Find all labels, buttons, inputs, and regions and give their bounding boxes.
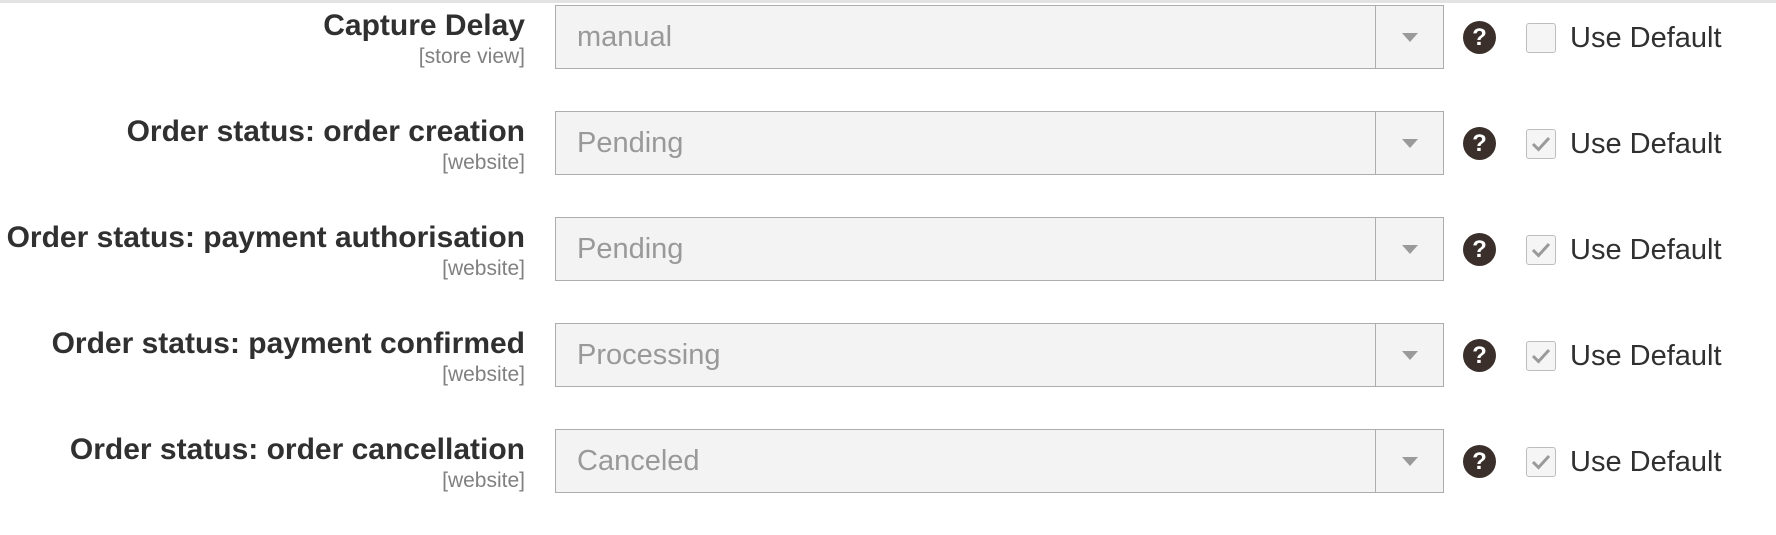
checkmark-icon (1531, 136, 1551, 152)
question-circle-icon[interactable]: ? (1463, 339, 1496, 372)
use-default-checkbox[interactable] (1526, 447, 1556, 477)
use-default-label[interactable]: Use Default (1570, 339, 1722, 373)
checkmark-icon (1531, 348, 1551, 364)
field-scope: [website] (442, 151, 525, 174)
question-circle-icon[interactable]: ? (1463, 127, 1496, 160)
chevron-down-icon (1402, 139, 1418, 148)
field-row-payment-authorisation: Order status: payment authorisation [web… (0, 217, 1776, 323)
chevron-down-icon (1402, 33, 1418, 42)
top-divider (0, 0, 1776, 3)
field-label: Order status: payment authorisation (6, 221, 525, 254)
select-value: Processing (577, 339, 721, 371)
use-default-label[interactable]: Use Default (1570, 233, 1722, 267)
question-circle-icon[interactable]: ? (1463, 233, 1496, 266)
field-scope: [website] (442, 363, 525, 386)
field-label: Order status: payment confirmed (51, 327, 525, 360)
use-default-checkbox[interactable] (1526, 341, 1556, 371)
field-scope: [website] (442, 257, 525, 280)
dropdown-toggle[interactable] (1375, 218, 1443, 280)
checkmark-icon (1531, 242, 1551, 258)
chevron-down-icon (1402, 245, 1418, 254)
select-value: Canceled (577, 445, 700, 477)
dropdown-toggle[interactable] (1375, 324, 1443, 386)
capture-delay-select[interactable]: manual (555, 5, 1444, 69)
select-value: Pending (577, 127, 684, 159)
chevron-down-icon (1402, 457, 1418, 466)
use-default-checkbox[interactable] (1526, 23, 1556, 53)
payment-confirmed-status-select[interactable]: Processing (555, 323, 1444, 387)
field-scope: [website] (442, 469, 525, 492)
field-label-group: Order status: order creation [website] (127, 114, 525, 176)
dropdown-toggle[interactable] (1375, 112, 1443, 174)
dropdown-toggle[interactable] (1375, 430, 1443, 492)
field-label-group: Order status: payment authorisation [web… (7, 220, 525, 282)
use-default-checkbox[interactable] (1526, 235, 1556, 265)
question-circle-icon[interactable]: ? (1463, 21, 1496, 54)
field-row-payment-confirmed: Order status: payment confirmed [website… (0, 323, 1776, 429)
field-row-capture-delay: Capture Delay [store view] manual ? Use … (0, 5, 1776, 111)
field-label-group: Order status: payment confirmed [website… (52, 326, 525, 388)
select-value: manual (577, 21, 673, 53)
select-value: Pending (577, 233, 684, 265)
field-label: Capture Delay (323, 9, 525, 42)
use-default-label[interactable]: Use Default (1570, 127, 1722, 161)
order-creation-status-select[interactable]: Pending (555, 111, 1444, 175)
field-row-order-cancellation: Order status: order cancellation [websit… (0, 429, 1776, 535)
field-label: Order status: order cancellation (69, 433, 525, 466)
use-default-checkbox[interactable] (1526, 129, 1556, 159)
question-circle-icon[interactable]: ? (1463, 445, 1496, 478)
config-form: Capture Delay [store view] manual ? Use … (0, 5, 1776, 535)
use-default-label[interactable]: Use Default (1570, 21, 1722, 55)
checkmark-icon (1531, 454, 1551, 470)
field-row-order-creation: Order status: order creation [website] P… (0, 111, 1776, 217)
use-default-label[interactable]: Use Default (1570, 445, 1722, 479)
field-label: Order status: order creation (126, 115, 525, 148)
order-cancellation-status-select[interactable]: Canceled (555, 429, 1444, 493)
chevron-down-icon (1402, 351, 1418, 360)
field-label-group: Order status: order cancellation [websit… (70, 432, 525, 494)
payment-authorisation-status-select[interactable]: Pending (555, 217, 1444, 281)
field-scope: [store view] (418, 45, 525, 68)
dropdown-toggle[interactable] (1375, 6, 1443, 68)
field-label-group: Capture Delay [store view] (323, 8, 525, 70)
